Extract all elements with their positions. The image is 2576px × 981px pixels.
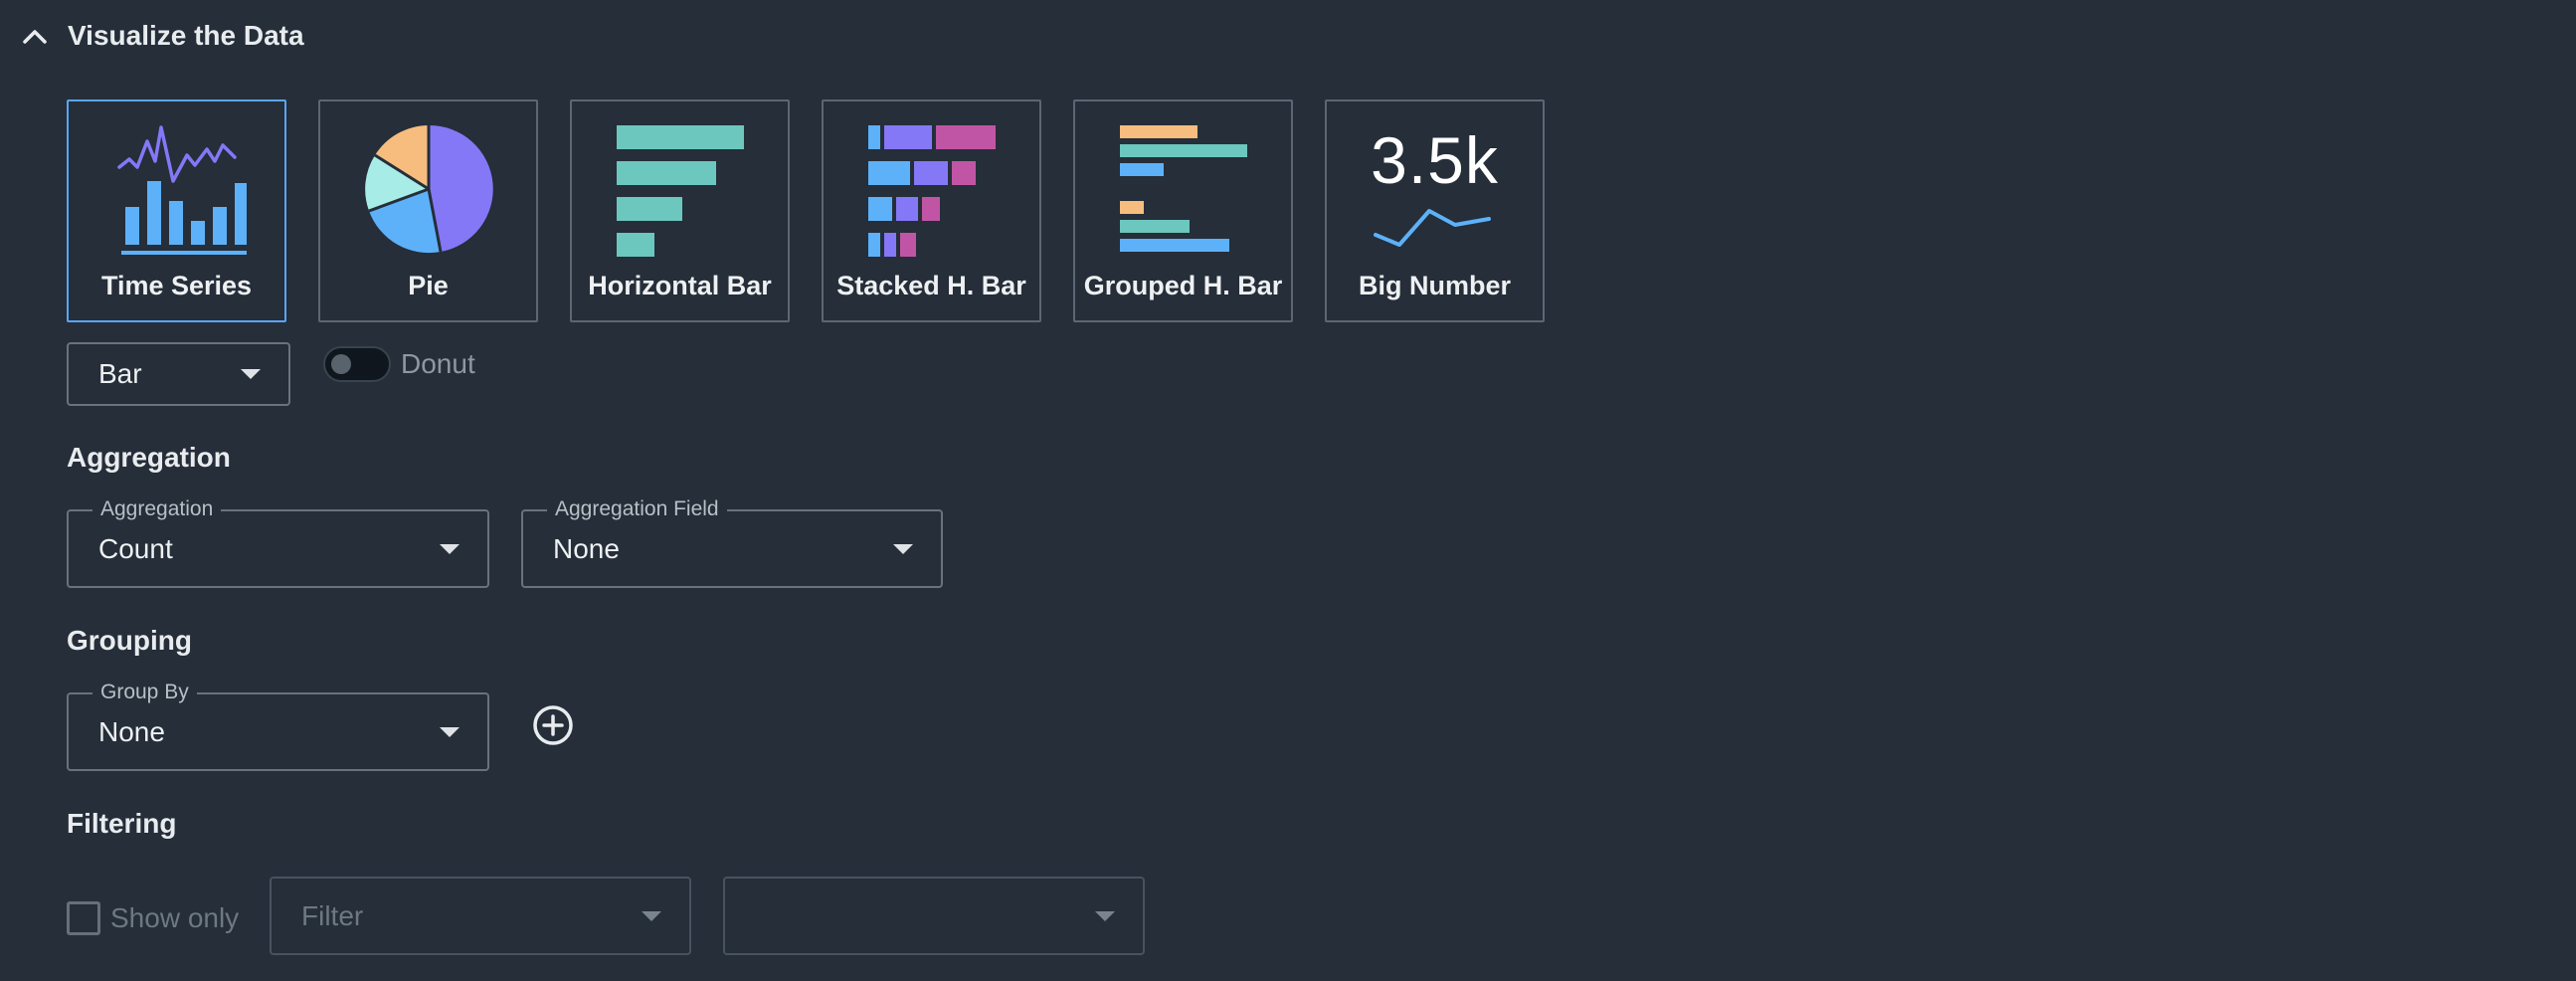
show-only-group: Show only bbox=[67, 901, 239, 935]
grouped-bar-chart-icon bbox=[1075, 119, 1291, 259]
group-by-value: None bbox=[98, 715, 165, 747]
viz-card-label: Time Series bbox=[100, 271, 253, 300]
donut-toggle-group: Donut bbox=[323, 346, 475, 382]
caret-down-icon bbox=[241, 369, 261, 379]
filter-select[interactable]: Filter bbox=[270, 877, 691, 955]
aggregation-select-value: Count bbox=[98, 532, 173, 564]
big-number-icon: 3.5k bbox=[1327, 127, 1543, 267]
aggregation-field-label: Aggregation Field bbox=[547, 497, 727, 521]
toggle-knob bbox=[331, 354, 351, 374]
viz-card-label: Stacked H. Bar bbox=[836, 271, 1026, 300]
viz-card-label: Pie bbox=[408, 271, 449, 300]
viz-card-label: Grouped H. Bar bbox=[1083, 271, 1283, 300]
filter-value-select[interactable] bbox=[723, 877, 1145, 955]
show-only-label: Show only bbox=[110, 902, 240, 933]
plus-circle-icon bbox=[533, 705, 573, 745]
viz-card-time-series[interactable]: Time Series bbox=[67, 99, 286, 322]
section-title: Visualize the Data bbox=[68, 20, 304, 51]
caret-down-icon bbox=[642, 910, 661, 921]
viz-card-horizontal-bar[interactable]: Horizontal Bar bbox=[570, 99, 790, 322]
chart-style-select[interactable]: Bar bbox=[67, 342, 290, 406]
chevron-up-icon[interactable] bbox=[20, 21, 50, 51]
big-number-preview-value: 3.5k bbox=[1371, 123, 1499, 197]
section-header-visualize[interactable]: Visualize the Data bbox=[20, 16, 304, 56]
show-only-checkbox[interactable] bbox=[67, 901, 100, 935]
aggregation-heading: Aggregation bbox=[67, 442, 231, 473]
caret-down-icon bbox=[1095, 910, 1115, 921]
viz-type-picker: Time Series Pie Horizontal Bar Stacked H… bbox=[67, 99, 1545, 322]
stacked-bar-chart-icon bbox=[824, 119, 1039, 259]
donut-toggle-label: Donut bbox=[401, 348, 475, 379]
pie-chart-icon bbox=[320, 119, 536, 259]
add-group-button[interactable] bbox=[532, 704, 574, 746]
caret-down-icon bbox=[440, 543, 460, 554]
viz-card-grouped-h-bar[interactable]: Grouped H. Bar bbox=[1073, 99, 1293, 322]
caret-down-icon bbox=[440, 726, 460, 737]
aggregation-field-select[interactable]: Aggregation Field None bbox=[521, 497, 943, 588]
horizontal-bar-chart-icon bbox=[572, 119, 788, 259]
filter-select-placeholder: Filter bbox=[301, 899, 364, 931]
aggregation-select-label: Aggregation bbox=[92, 497, 222, 521]
viz-card-big-number[interactable]: 3.5k Big Number bbox=[1325, 99, 1545, 322]
aggregation-field-value: None bbox=[553, 532, 620, 564]
donut-toggle[interactable] bbox=[323, 346, 391, 382]
viz-card-label: Big Number bbox=[1358, 271, 1511, 300]
filtering-heading: Filtering bbox=[67, 808, 177, 839]
group-by-label: Group By bbox=[92, 681, 197, 704]
viz-card-pie[interactable]: Pie bbox=[318, 99, 538, 322]
caret-down-icon bbox=[893, 543, 913, 554]
sparkline-icon bbox=[1373, 209, 1491, 247]
viz-card-label: Horizontal Bar bbox=[588, 271, 772, 300]
viz-card-stacked-h-bar[interactable]: Stacked H. Bar bbox=[822, 99, 1041, 322]
chart-style-value: Bar bbox=[98, 358, 142, 389]
aggregation-select[interactable]: Aggregation Count bbox=[67, 497, 489, 588]
grouping-heading: Grouping bbox=[67, 625, 192, 656]
time-series-chart-icon bbox=[69, 119, 284, 259]
group-by-select[interactable]: Group By None bbox=[67, 681, 489, 771]
